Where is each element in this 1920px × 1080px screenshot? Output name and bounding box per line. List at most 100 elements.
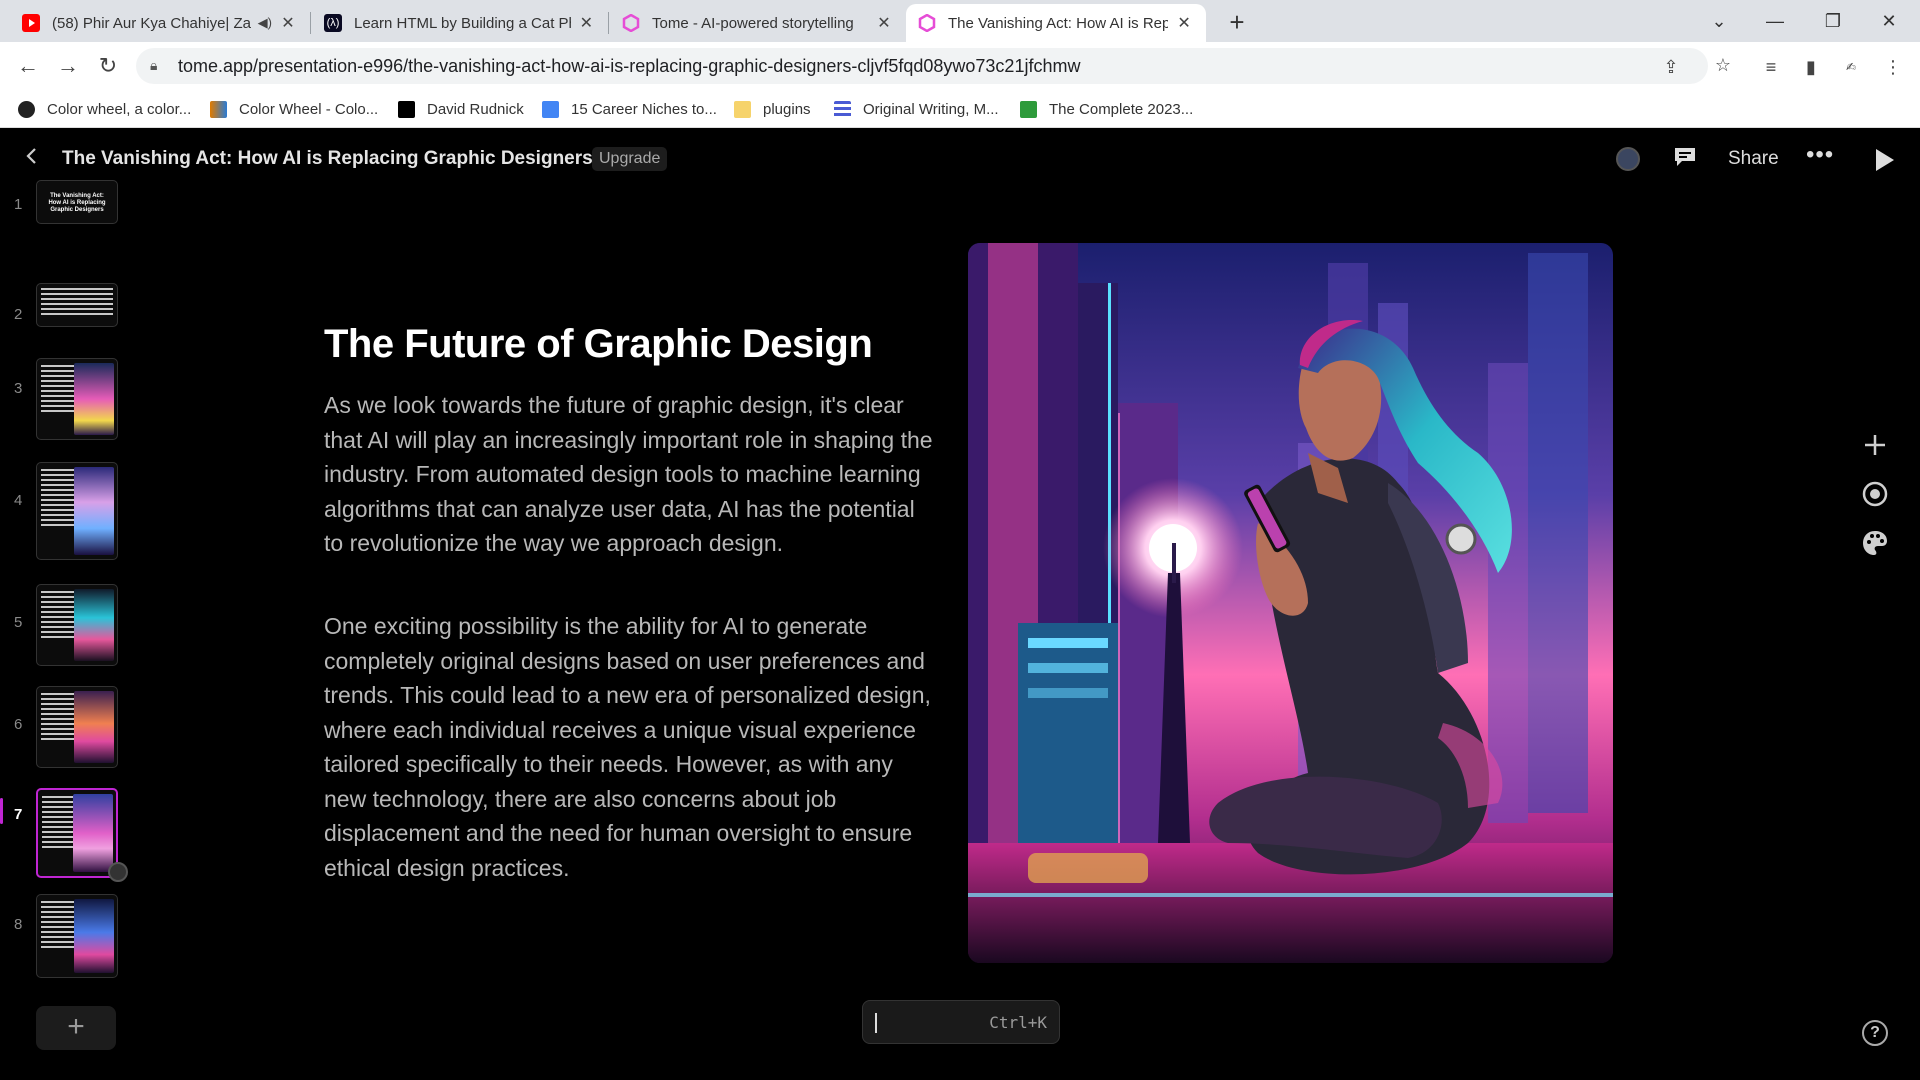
docs-icon [542, 100, 559, 118]
page-thumbnail[interactable] [36, 358, 118, 440]
bookmark-label: The Complete 2023... [1049, 100, 1194, 118]
url-text: tome.app/presentation-e996/the-vanishing… [178, 56, 1081, 76]
tab-title: Learn HTML by Building a Cat Ph [354, 14, 571, 32]
theme-palette-icon[interactable] [1860, 528, 1890, 558]
bookmark-label: Color wheel, a color... [47, 100, 192, 118]
speaker-icon[interactable]: ◀) [258, 15, 272, 31]
page-number: 5 [14, 614, 23, 631]
slide-image[interactable] [968, 243, 1613, 963]
forward-arrow-icon[interactable]: → [52, 50, 84, 82]
bookmark-label: Color Wheel - Colo... [239, 100, 379, 118]
bookmark-label: 15 Career Niches to... [571, 100, 717, 118]
bookmark-label: plugins [763, 100, 811, 118]
colorwheel2-icon [210, 100, 227, 118]
page-number: 6 [14, 716, 23, 733]
avatar[interactable] [1616, 147, 1640, 171]
thumbnail-title: The Vanishing Act: How AI is Replacing G… [48, 193, 106, 213]
upgrade-button[interactable]: Upgrade [592, 147, 668, 171]
page-thumbnail[interactable] [36, 788, 118, 878]
minimize-icon[interactable]: — [1752, 4, 1798, 38]
page-thumbnail[interactable] [36, 283, 118, 327]
bookmark-item[interactable]: David Rudnick [398, 98, 524, 120]
slide-title[interactable]: The Future of Graphic Design [324, 322, 873, 367]
slide-paragraph[interactable]: As we look towards the future of graphic… [324, 388, 934, 561]
bookmark-item[interactable]: Original Writing, M... [834, 98, 999, 120]
browser-tab[interactable]: (58) Phir Aur Kya Chahiye| Za ◀) ✕ [10, 4, 310, 42]
add-tile-icon[interactable] [1860, 430, 1890, 460]
bookmark-item[interactable]: Color Wheel - Colo... [210, 98, 378, 120]
page-number: 3 [14, 380, 23, 397]
bookmark-star-icon[interactable]: ☆ [1710, 54, 1736, 76]
close-icon[interactable]: ✕ [278, 13, 298, 33]
side-panel-icon[interactable]: ▮ [1798, 56, 1824, 78]
slide-paragraph[interactable]: One exciting possibility is the ability … [324, 609, 934, 885]
bookmark-item[interactable]: Color wheel, a color... [18, 98, 191, 120]
restore-icon[interactable]: ❐ [1810, 4, 1856, 38]
list-icon [834, 100, 851, 118]
colorwheel-icon [18, 100, 35, 118]
bookmark-item[interactable]: plugins [734, 98, 811, 120]
bookmark-item[interactable]: The Complete 2023... [1020, 98, 1193, 120]
play-presentation-icon[interactable] [1876, 149, 1894, 171]
active-page-indicator [0, 798, 3, 824]
page-thumbnail[interactable] [36, 584, 118, 666]
tab-title: The Vanishing Act: How AI is Rep [948, 14, 1169, 32]
fcm-icon [1020, 100, 1037, 118]
page-thumbnail[interactable]: The Vanishing Act: How AI is Replacing G… [36, 180, 118, 224]
profile-icon[interactable]: ✍ [1838, 56, 1864, 78]
help-icon[interactable]: ? [1862, 1020, 1888, 1046]
page-number: 8 [14, 916, 23, 933]
tab-title: Tome - AI-powered storytelling [652, 14, 854, 32]
browser-toolbar: ← → ↻ 🔒︎ tome.app/presentation-e996/the-… [0, 42, 1920, 90]
page-number: 1 [14, 196, 23, 213]
command-bar[interactable]: Ctrl+K [862, 1000, 1060, 1044]
close-icon[interactable]: ✕ [1174, 13, 1194, 33]
record-icon[interactable] [1860, 479, 1890, 509]
youtube-icon [22, 14, 40, 32]
share-page-icon[interactable]: ⇪ [1658, 54, 1684, 80]
close-icon[interactable]: ✕ [874, 13, 894, 33]
tab-separator [310, 12, 311, 34]
address-bar[interactable]: 🔒︎ tome.app/presentation-e996/the-vanish… [136, 48, 1708, 84]
browser-tab-strip: (58) Phir Aur Kya Chahiye| Za ◀) ✕ (λ) L… [0, 0, 1920, 42]
tab-search-icon[interactable]: ⌄ [1696, 4, 1742, 38]
bookmark-label: Original Writing, M... [863, 100, 999, 118]
freecodecamp-icon: (λ) [324, 14, 342, 32]
bookmark-label: David Rudnick [427, 100, 524, 118]
lock-icon: 🔒︎ [150, 57, 158, 73]
bookmark-item[interactable]: 15 Career Niches to... [542, 98, 717, 120]
page-number: 7 [14, 806, 23, 823]
tome-icon [918, 13, 936, 33]
more-options-icon[interactable]: ••• [1806, 141, 1834, 169]
square-icon [398, 100, 415, 118]
page-thumbnail[interactable] [36, 462, 118, 560]
menu-kebab-icon[interactable]: ⋮ [1880, 56, 1906, 78]
back-arrow-icon[interactable]: ← [12, 50, 44, 82]
browser-tab[interactable]: Tome - AI-powered storytelling ✕ [610, 4, 906, 42]
reading-list-icon[interactable]: ≡ [1758, 56, 1784, 78]
comment-icon[interactable] [1673, 146, 1697, 168]
page-number: 2 [14, 306, 23, 323]
close-window-icon[interactable]: ✕ [1866, 4, 1912, 38]
shortcut-hint: Ctrl+K [989, 1013, 1047, 1032]
bookmarks-bar: Color wheel, a color... Color Wheel - Co… [0, 90, 1920, 128]
share-button[interactable]: Share [1728, 148, 1779, 170]
back-chevron-icon[interactable] [20, 144, 44, 168]
collaborator-avatar [108, 862, 128, 882]
add-page-button[interactable]: + [36, 1006, 116, 1050]
new-tab-button[interactable]: + [1220, 6, 1254, 40]
text-caret [875, 1013, 877, 1033]
folder-icon [734, 100, 751, 118]
page-number: 4 [14, 492, 23, 509]
document-title[interactable]: The Vanishing Act: How AI is Replacing G… [62, 148, 593, 170]
cyberpunk-city-illustration [968, 243, 1613, 963]
page-thumbnail[interactable] [36, 894, 118, 978]
tab-title: (58) Phir Aur Kya Chahiye| Za [52, 14, 251, 32]
browser-tab[interactable]: (λ) Learn HTML by Building a Cat Ph ✕ [312, 4, 608, 42]
reload-icon[interactable]: ↻ [92, 50, 124, 82]
tome-editor: The Vanishing Act: How AI is Replacing G… [0, 128, 1920, 1080]
tome-icon [622, 13, 640, 33]
page-thumbnail[interactable] [36, 686, 118, 768]
browser-tab-active[interactable]: The Vanishing Act: How AI is Rep ✕ [906, 4, 1206, 42]
close-icon[interactable]: ✕ [577, 13, 596, 33]
